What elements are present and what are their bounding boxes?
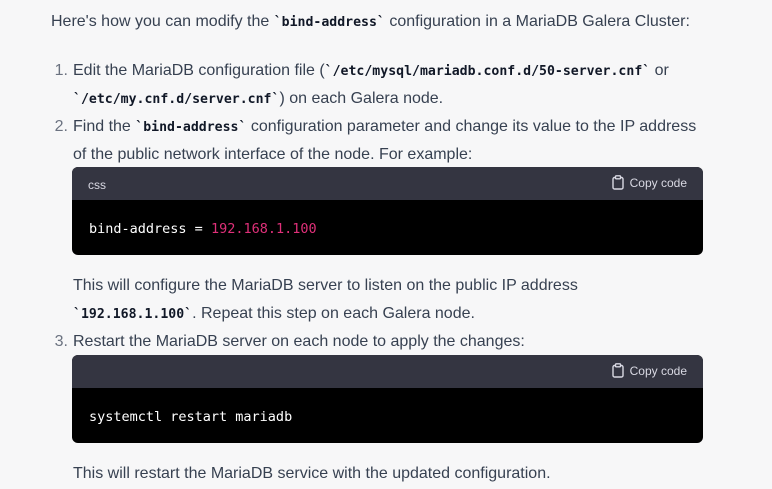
step-2-line-1: Find the `bind-address` configuration pa… xyxy=(73,113,733,141)
step-2-text-after: configuration parameter and change its v… xyxy=(246,118,697,135)
code-token-number: .1 xyxy=(267,221,285,237)
list-number: 2. xyxy=(54,118,68,135)
intro-paragraph: Here's how you can modify the `bind-addr… xyxy=(51,12,690,33)
list-number: 1. xyxy=(54,62,68,79)
copy-code-button[interactable]: Copy code xyxy=(611,175,687,190)
step-1-inline-code-path: `/etc/mysql/mariadb.conf.d/50-server.cnf… xyxy=(324,64,651,79)
copy-code-label: Copy code xyxy=(629,363,687,378)
code-block-header: css Copy code xyxy=(72,167,703,200)
followup-text: . Repeat this step on each Galera node. xyxy=(192,305,475,322)
step-1-inline-code-path-2: `/etc/my.cnf.d/server.cnf` xyxy=(73,92,280,107)
followup-inline-code-ip: `192.168.1.100` xyxy=(73,307,193,322)
code-content: systemctl restart mariadb xyxy=(89,409,293,425)
code-language-label: css xyxy=(88,178,106,192)
code-block-header: Copy code xyxy=(72,355,703,388)
followup-line-2: `192.168.1.100`. Repeat this step on eac… xyxy=(73,300,578,328)
code-block-bind-address: css Copy code bind-address = 192.168.1.1… xyxy=(72,167,703,255)
clipboard-icon xyxy=(611,175,625,190)
step-1-text-end: ) on each Galera node. xyxy=(279,90,444,107)
step-2-followup: This will configure the MariaDB server t… xyxy=(73,272,578,328)
step-1-text: Edit the MariaDB configuration file ( xyxy=(73,62,325,79)
step-2-inline-code: `bind-address` xyxy=(135,120,247,135)
intro-text-before: Here's how you can modify the xyxy=(51,13,274,30)
code-content: bind-address = 192.168.1.100 xyxy=(72,200,703,237)
step-1-text-or: or xyxy=(650,62,669,79)
copy-code-label: Copy code xyxy=(629,175,687,190)
code-token-property: bind-address xyxy=(89,221,187,237)
list-number: 3. xyxy=(54,333,68,350)
code-token-number: 192.168 xyxy=(210,221,268,237)
list-item-body: Restart the MariaDB server on each node … xyxy=(73,328,733,356)
step-2-line-2: of the public network interface of the n… xyxy=(73,146,473,163)
code-token-number: .100 xyxy=(284,221,317,237)
closing-paragraph: This will restart the MariaDB service wi… xyxy=(73,460,551,488)
step-3-line-1: Restart the MariaDB server on each node … xyxy=(73,333,525,350)
followup-line-1: This will configure the MariaDB server t… xyxy=(73,277,578,294)
clipboard-icon xyxy=(611,363,625,378)
list-item-body: Edit the MariaDB configuration file (`/e… xyxy=(73,57,733,113)
intro-text-after: configuration in a MariaDB Galera Cluste… xyxy=(384,13,690,30)
closing-text: This will restart the MariaDB service wi… xyxy=(73,465,551,482)
step-1-line-1: Edit the MariaDB configuration file (`/e… xyxy=(73,57,733,85)
intro-inline-code: `bind-address` xyxy=(273,15,385,30)
copy-code-button[interactable]: Copy code xyxy=(611,363,687,378)
code-block-restart: Copy code systemctl restart mariadb xyxy=(72,355,703,443)
code-token-operator: = xyxy=(186,221,211,237)
chat-response: Here's how you can modify the `bind-addr… xyxy=(0,0,772,489)
step-1-line-2: `/etc/my.cnf.d/server.cnf`) on each Gale… xyxy=(73,85,733,113)
step-2-text: Find the xyxy=(73,118,136,135)
list-item-body: Find the `bind-address` configuration pa… xyxy=(73,113,733,169)
